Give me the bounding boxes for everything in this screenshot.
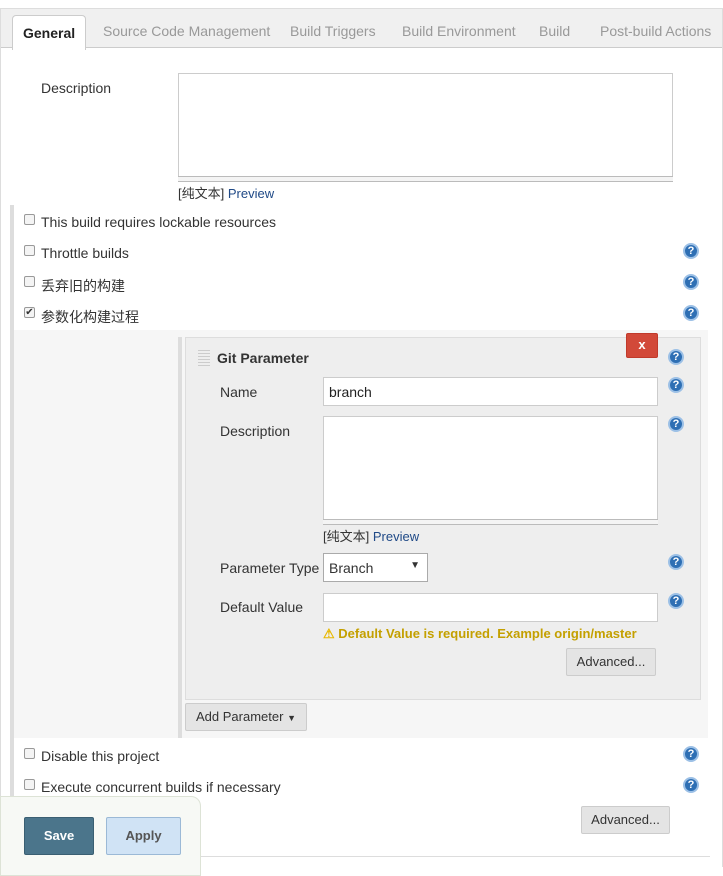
divider (200, 856, 710, 857)
default-value-input[interactable] (323, 593, 658, 622)
disable-project-label: Disable this project (41, 748, 160, 764)
discard-old-builds-label: 丢弃旧的构建 (41, 278, 125, 294)
help-icon[interactable]: ? (683, 777, 699, 793)
help-icon[interactable]: ? (683, 243, 699, 259)
description-label: Description (41, 80, 112, 96)
help-icon[interactable]: ? (683, 746, 699, 762)
format-label: [纯文本] (178, 186, 225, 201)
help-icon[interactable]: ? (668, 349, 684, 365)
parameterized-checkbox[interactable]: ✔ (24, 307, 35, 318)
git-parameter-title: Git Parameter (217, 350, 309, 366)
help-icon[interactable]: ? (683, 305, 699, 321)
tab-build[interactable]: Build (539, 23, 570, 39)
param-description-textarea[interactable] (323, 416, 658, 520)
throttle-builds-label: Throttle builds (41, 245, 129, 261)
lockable-resources-label: This build requires lockable resources (41, 214, 276, 230)
apply-button[interactable]: Apply (106, 817, 181, 855)
resize-handle[interactable] (178, 176, 673, 182)
preview-link[interactable]: Preview (373, 529, 419, 544)
help-icon[interactable]: ? (668, 593, 684, 609)
concurrent-builds-checkbox[interactable] (24, 779, 35, 790)
disable-project-checkbox[interactable] (24, 748, 35, 759)
tab-source-code-management[interactable]: Source Code Management (103, 23, 270, 39)
help-icon[interactable]: ? (668, 377, 684, 393)
warning-message: Default Value is required. Example origi… (338, 626, 637, 641)
help-icon[interactable]: ? (668, 554, 684, 570)
parameterized-label: 参数化构建过程 (41, 309, 139, 325)
advanced-button[interactable]: Advanced... (581, 806, 670, 834)
tab-general[interactable]: General (12, 15, 87, 50)
parameters-bar (178, 337, 182, 738)
name-label: Name (220, 384, 258, 400)
throttle-builds-checkbox[interactable] (24, 245, 35, 256)
delete-parameter-button[interactable]: x (626, 333, 658, 358)
select-value: Branch (329, 560, 374, 576)
description-textarea[interactable] (178, 73, 673, 177)
default-value-label: Default Value (220, 599, 304, 615)
discard-old-builds-checkbox[interactable] (24, 276, 35, 287)
preview-link[interactable]: Preview (228, 186, 274, 201)
help-icon[interactable]: ? (668, 416, 684, 432)
resize-handle[interactable] (323, 519, 658, 525)
param-advanced-button[interactable]: Advanced... (566, 648, 656, 676)
parameter-type-label: Parameter Type (220, 560, 320, 576)
dropdown-arrow-icon: ▼ (287, 713, 296, 723)
add-parameter-button[interactable]: Add Parameter ▼ (185, 703, 307, 731)
drag-handle-icon[interactable] (198, 350, 210, 366)
tab-build-environment[interactable]: Build Environment (402, 23, 516, 39)
add-parameter-label: Add Parameter (196, 709, 284, 724)
format-label: [纯文本] (323, 529, 370, 544)
concurrent-builds-label: Execute concurrent builds if necessary (41, 779, 281, 795)
dropdown-arrow-icon: ▼ (410, 560, 420, 571)
lockable-resources-checkbox[interactable] (24, 214, 35, 225)
tab-post-build-actions[interactable]: Post-build Actions (600, 23, 711, 39)
name-input[interactable] (323, 377, 658, 406)
tab-build-triggers[interactable]: Build Triggers (290, 23, 376, 39)
param-description-label: Description (220, 423, 291, 439)
tab-bar: General Source Code Management Build Tri… (0, 8, 723, 50)
warning-icon: ⚠ (323, 626, 335, 641)
save-button[interactable]: Save (24, 817, 94, 855)
parameter-type-select[interactable]: Branch ▼ (323, 553, 428, 582)
help-icon[interactable]: ? (683, 274, 699, 290)
